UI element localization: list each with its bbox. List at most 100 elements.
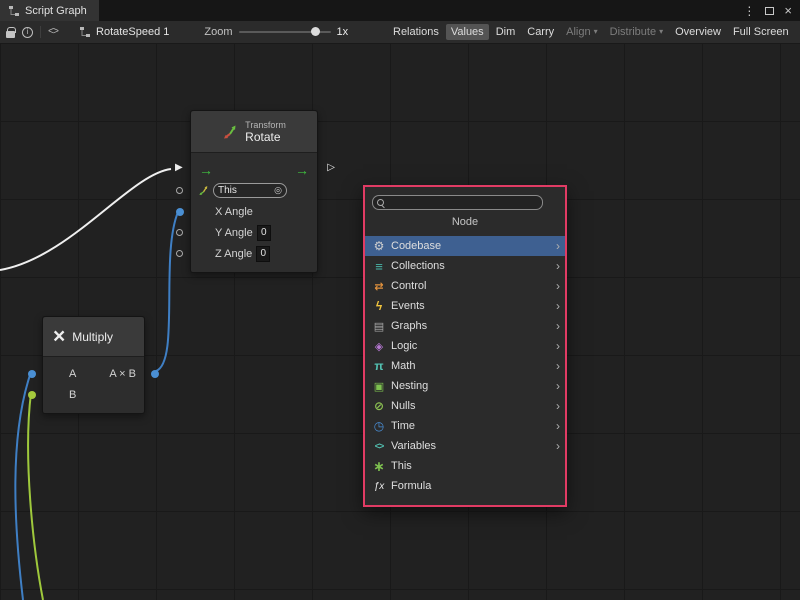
window-tab-bar: Script Graph: [0, 0, 800, 21]
y-angle-port[interactable]: [176, 229, 183, 236]
flow-output-port[interactable]: [327, 162, 335, 173]
finder-item-label: This: [391, 460, 412, 472]
flow-enter-icon[interactable]: [199, 162, 213, 178]
x-angle-label: X Angle: [215, 206, 253, 218]
x-angle-port[interactable]: [176, 208, 184, 216]
multiply-row-b: B: [43, 384, 144, 405]
finder-item-nesting[interactable]: Nesting: [365, 376, 565, 396]
finder-item-nulls[interactable]: Nulls: [365, 396, 565, 416]
finder-item-control[interactable]: Control: [365, 276, 565, 296]
finder-item-math[interactable]: Math: [365, 356, 565, 376]
finder-item-logic[interactable]: Logic: [365, 336, 565, 356]
dim-button[interactable]: Dim: [491, 24, 521, 40]
finder-item-label: Formula: [391, 480, 431, 492]
graph-breadcrumb-icon: [79, 26, 91, 38]
multiply-node[interactable]: Multiply A A × B B: [42, 316, 145, 414]
y-angle-row: Y Angle 0: [191, 222, 317, 243]
multiply-icon: [53, 326, 65, 347]
maximize-icon[interactable]: [765, 7, 774, 15]
window-controls: [743, 0, 800, 21]
multiply-node-title: Multiply: [72, 330, 113, 344]
finder-header: Node: [365, 216, 565, 228]
this-object-field[interactable]: This: [213, 183, 287, 198]
z-angle-input[interactable]: 0: [256, 246, 270, 262]
x-angle-row: X Angle: [191, 201, 317, 222]
finder-item-label: Codebase: [391, 240, 441, 252]
multiply-output-label: A × B: [109, 368, 136, 380]
finder-item-label: Events: [391, 300, 425, 312]
z-angle-row: Z Angle 0: [191, 243, 317, 264]
search-icon: [376, 197, 386, 208]
multiply-node-body: A A × B B: [43, 357, 144, 413]
multiply-b-port[interactable]: [28, 391, 36, 399]
y-angle-input[interactable]: 0: [257, 225, 271, 241]
multiply-output-port[interactable]: [151, 370, 159, 378]
this-input-port[interactable]: [176, 187, 183, 194]
script-graph-icon: [8, 5, 20, 17]
wire-multiply-to-xangle[interactable]: [156, 212, 178, 371]
lightning-icon: [372, 299, 386, 313]
z-angle-port[interactable]: [176, 250, 183, 257]
clock-icon: [372, 419, 386, 433]
zoom-value: 1x: [337, 26, 349, 38]
control-flow-icon: [372, 280, 386, 293]
finder-item-formula[interactable]: Formula: [365, 476, 565, 496]
gear-icon: [372, 239, 386, 253]
lock-icon[interactable]: [6, 31, 15, 38]
z-angle-label: Z Angle: [215, 248, 252, 260]
flow-input-port[interactable]: [175, 162, 183, 173]
code-preview-toggle[interactable]: <>: [48, 27, 58, 38]
finder-item-graphs[interactable]: Graphs: [365, 316, 565, 336]
toolbar-buttons: Relations Values Dim Carry Align Distrib…: [388, 21, 794, 43]
chevron-right-icon: [556, 280, 560, 292]
wire-flow-white[interactable]: [0, 169, 171, 270]
chevron-right-icon: [556, 340, 560, 352]
fullscreen-button[interactable]: Full Screen: [728, 24, 794, 40]
align-button[interactable]: Align: [561, 24, 602, 40]
relations-button[interactable]: Relations: [388, 24, 444, 40]
carry-button[interactable]: Carry: [522, 24, 559, 40]
wire-to-multiply-b[interactable]: [28, 393, 43, 600]
zoom-slider[interactable]: [239, 26, 331, 38]
finder-search-field[interactable]: [372, 195, 543, 210]
finder-item-this[interactable]: This: [365, 456, 565, 476]
flow-row: [191, 159, 317, 180]
graph-canvas[interactable]: Transform Rotate This: [0, 44, 800, 600]
tab-script-graph[interactable]: Script Graph: [0, 0, 99, 21]
multiply-a-port[interactable]: [28, 370, 36, 378]
multiply-node-header[interactable]: Multiply: [43, 317, 144, 357]
overview-button[interactable]: Overview: [670, 24, 726, 40]
chevron-right-icon: [556, 240, 560, 252]
breadcrumb-graph-name: RotateSpeed 1: [96, 26, 169, 38]
node-finder-panel: Node Codebase Collections Control Events…: [363, 185, 567, 507]
distribute-button[interactable]: Distribute: [605, 24, 668, 40]
finder-item-label: Math: [391, 360, 415, 372]
finder-item-collections[interactable]: Collections: [365, 256, 565, 276]
finder-item-codebase[interactable]: Codebase: [365, 236, 565, 256]
finder-item-label: Graphs: [391, 320, 427, 332]
finder-item-time[interactable]: Time: [365, 416, 565, 436]
close-icon[interactable]: [784, 3, 792, 18]
finder-item-variables[interactable]: Variables: [365, 436, 565, 456]
finder-item-label: Nulls: [391, 400, 415, 412]
tab-title: Script Graph: [25, 5, 87, 17]
transform-rotate-node[interactable]: Transform Rotate This: [190, 110, 318, 273]
values-button[interactable]: Values: [446, 24, 489, 40]
menu-kebab-icon[interactable]: [743, 4, 755, 18]
logic-icon: [372, 340, 386, 353]
transform-node-body: This X Angle Y Angle 0 Z Angle 0: [191, 153, 317, 272]
flow-exit-icon[interactable]: [295, 162, 309, 178]
null-icon: [372, 399, 386, 413]
finder-item-events[interactable]: Events: [365, 296, 565, 316]
this-field-value: This: [218, 185, 237, 196]
finder-item-label: Collections: [391, 260, 445, 272]
formula-icon: [372, 480, 386, 492]
info-icon[interactable]: [22, 27, 33, 38]
breadcrumb[interactable]: RotateSpeed 1: [79, 26, 169, 38]
zoom-slider-thumb[interactable]: [311, 27, 320, 36]
zoom-control: Zoom 1x: [204, 26, 348, 38]
brackets-icon: [372, 440, 386, 452]
object-picker-icon[interactable]: [274, 185, 282, 196]
transform-node-header[interactable]: Transform Rotate: [191, 111, 317, 153]
finder-search-input[interactable]: [389, 197, 539, 209]
